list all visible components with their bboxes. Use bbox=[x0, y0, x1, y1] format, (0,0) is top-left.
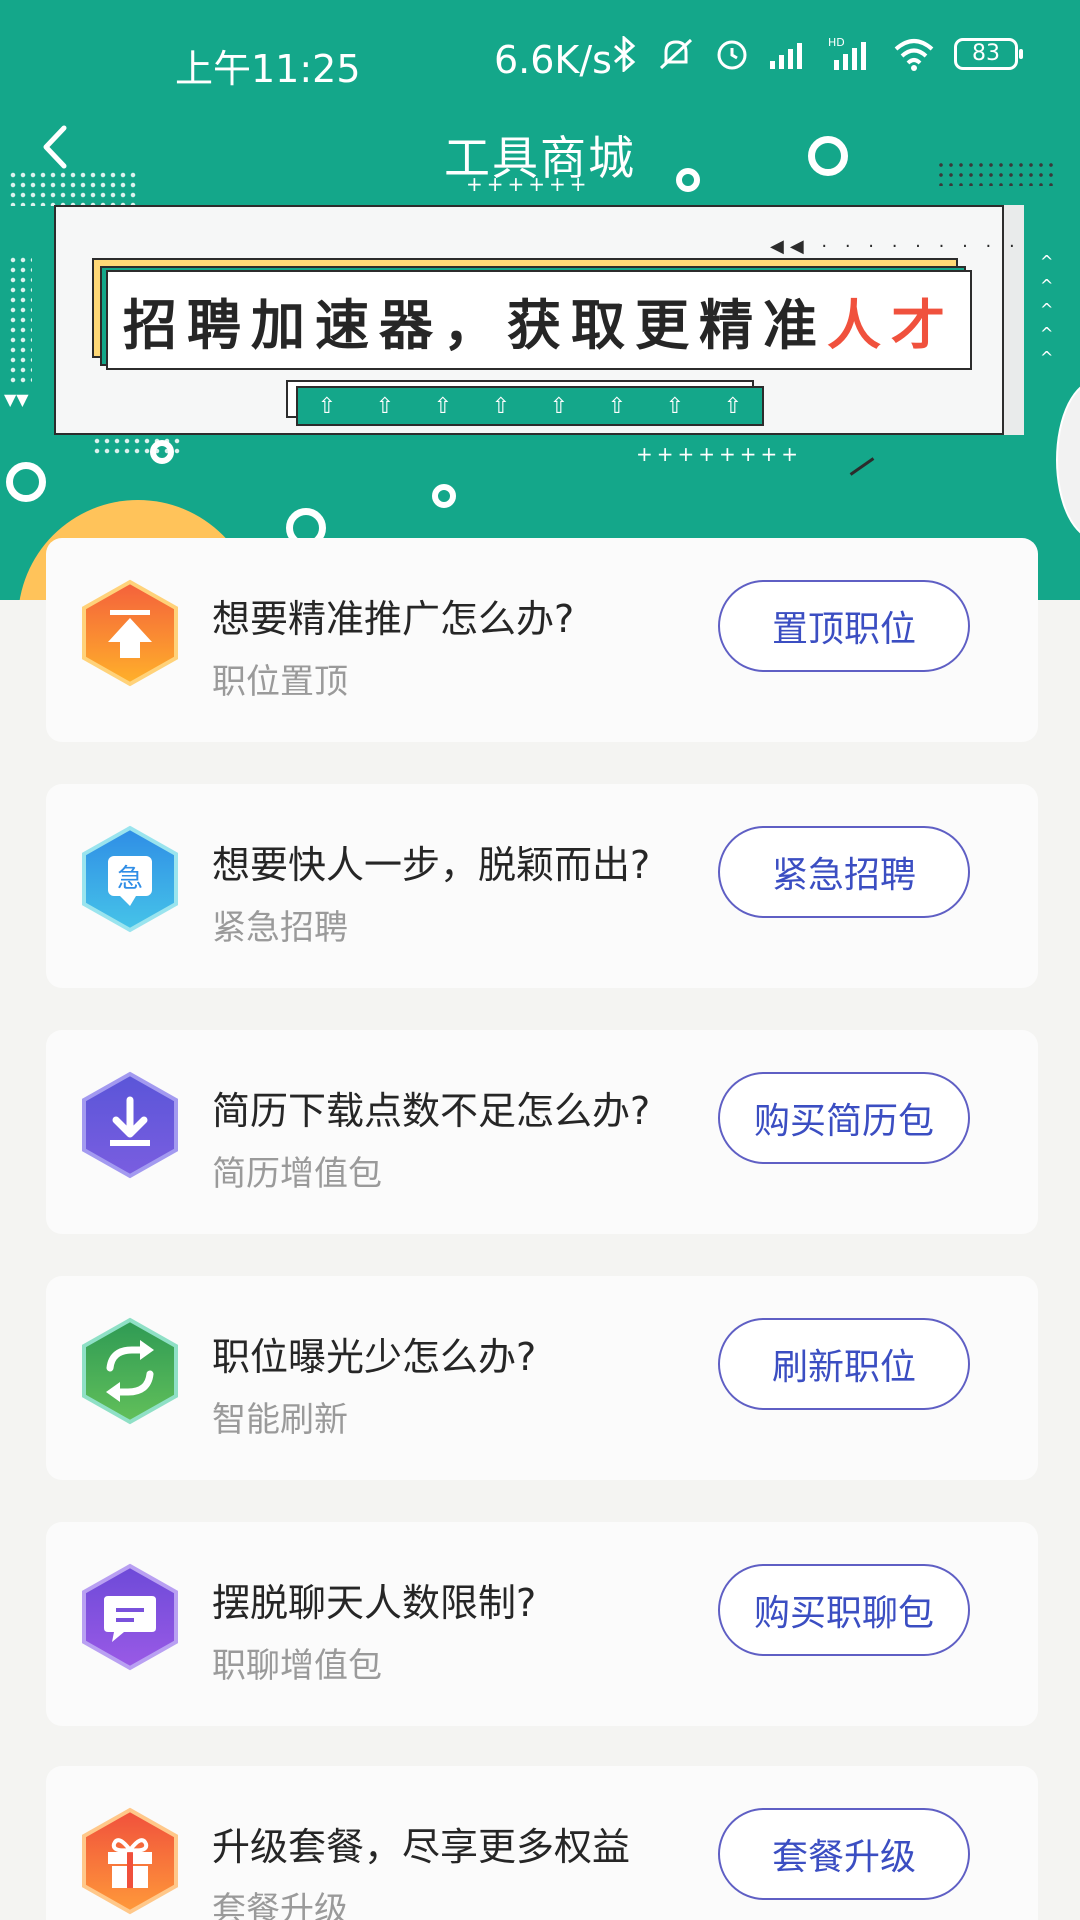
rocket-icon: ⇧ bbox=[491, 393, 511, 419]
card-title: 想要快人一步，脱颖而出? bbox=[212, 843, 651, 887]
list-item-refresh[interactable]: 职位曝光少怎么办? 智能刷新 刷新职位 bbox=[46, 1276, 1038, 1480]
svg-text:HD: HD bbox=[828, 36, 845, 49]
list-item-upgrade[interactable]: 升级套餐，尽享更多权益 套餐升级 套餐升级 bbox=[46, 1766, 1038, 1920]
urgent-icon: 急 bbox=[82, 825, 178, 933]
mute-icon bbox=[659, 38, 693, 70]
banner-rail: ⇧ ⇧ ⇧ ⇧ ⇧ ⇧ ⇧ ⇧ bbox=[296, 386, 764, 426]
decor-dots bbox=[8, 255, 32, 385]
card-subtitle: 职位置顶 bbox=[212, 662, 348, 702]
card-subtitle: 智能刷新 bbox=[212, 1400, 348, 1440]
decor-plus: ++++++++ bbox=[636, 442, 803, 466]
card-subtitle: 简历增值包 bbox=[212, 1154, 382, 1194]
wifi-icon bbox=[894, 39, 934, 71]
rocket-icon: ⇧ bbox=[317, 393, 337, 419]
list-item-chat-pack[interactable]: 摆脱聊天人数限制? 职聊增值包 购买职聊包 bbox=[46, 1522, 1038, 1726]
refresh-job-button[interactable]: 刷新职位 bbox=[718, 1318, 970, 1410]
banner-arrows: ◀◀ · · · · · · · · · bbox=[770, 236, 1021, 257]
rocket-icon: ⇧ bbox=[665, 393, 685, 419]
rocket-icon: ⇧ bbox=[549, 393, 569, 419]
list-item-pin-job[interactable]: 想要精准推广怎么办? 职位置顶 置顶职位 bbox=[46, 538, 1038, 742]
rocket-icon: ⇧ bbox=[607, 393, 627, 419]
battery-indicator: 83 bbox=[954, 38, 1023, 70]
banner-text: 招聘加速器，获取更精准 bbox=[123, 293, 827, 357]
decor-triangles: ▼▼ bbox=[4, 390, 29, 409]
banner-headline: 招聘加速器，获取更精准 人才 bbox=[106, 270, 972, 370]
rocket-icon: ⇧ bbox=[375, 393, 395, 419]
banner-highlight: 人才 bbox=[827, 293, 955, 357]
card-title: 想要精准推广怎么办? bbox=[212, 597, 575, 641]
gift-icon bbox=[82, 1807, 178, 1915]
card-title: 职位曝光少怎么办? bbox=[212, 1335, 537, 1379]
card-title: 摆脱聊天人数限制? bbox=[212, 1581, 537, 1625]
signal-icon bbox=[770, 43, 802, 69]
pin-top-icon bbox=[82, 579, 178, 687]
status-time: 上午11:25 bbox=[175, 47, 361, 91]
decor-ring bbox=[6, 462, 46, 502]
card-title: 升级套餐，尽享更多权益 bbox=[212, 1825, 631, 1869]
network-speed: 6.6K/s bbox=[494, 38, 612, 82]
decor-triangles: ^ ^ ^ ^ ^ bbox=[1040, 252, 1054, 367]
decor-shape bbox=[1056, 380, 1080, 540]
svg-text:急: 急 bbox=[117, 864, 143, 894]
rocket-icon: ⇧ bbox=[433, 393, 453, 419]
chat-icon bbox=[82, 1563, 178, 1671]
status-icons: HD 83 bbox=[612, 36, 1023, 72]
card-subtitle: 套餐升级 bbox=[212, 1890, 348, 1920]
hd-signal-icon: HD bbox=[828, 36, 866, 70]
card-subtitle: 职聊增值包 bbox=[212, 1646, 382, 1686]
bluetooth-icon bbox=[614, 36, 636, 72]
status-bar: 上午11:25 6.6K/s HD 83 bbox=[0, 0, 1080, 122]
card-title: 简历下载点数不足怎么办? bbox=[212, 1089, 651, 1133]
list-item-urgent[interactable]: 急 想要快人一步，脱颖而出? 紧急招聘 紧急招聘 bbox=[46, 784, 1038, 988]
download-icon bbox=[82, 1071, 178, 1179]
refresh-icon bbox=[82, 1317, 178, 1425]
page-title: 工具商城 bbox=[444, 131, 636, 185]
rocket-icon: ⇧ bbox=[723, 393, 743, 419]
pin-job-button[interactable]: 置顶职位 bbox=[718, 580, 970, 672]
card-subtitle: 紧急招聘 bbox=[212, 908, 348, 948]
upgrade-plan-button[interactable]: 套餐升级 bbox=[718, 1808, 970, 1900]
buy-resume-pack-button[interactable]: 购买简历包 bbox=[718, 1072, 970, 1164]
decor-ring bbox=[150, 440, 174, 464]
buy-chat-pack-button[interactable]: 购买职聊包 bbox=[718, 1564, 970, 1656]
decor-ring bbox=[432, 484, 456, 508]
list-item-resume-pack[interactable]: 简历下载点数不足怎么办? 简历增值包 购买简历包 bbox=[46, 1030, 1038, 1234]
urgent-hire-button[interactable]: 紧急招聘 bbox=[718, 826, 970, 918]
alarm-icon bbox=[717, 40, 747, 70]
